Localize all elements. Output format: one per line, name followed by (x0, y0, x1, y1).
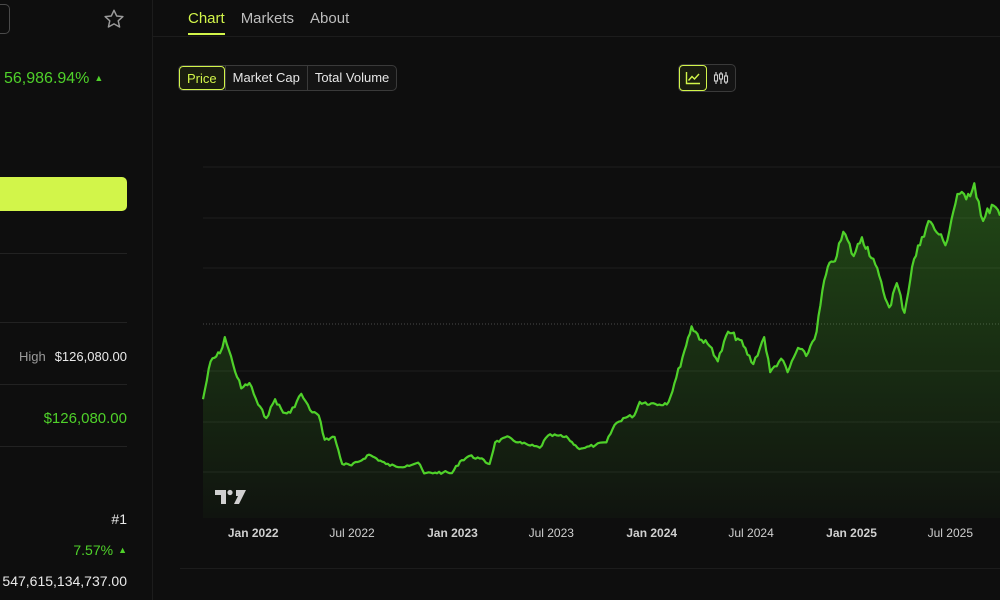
x-tick-label: Jul 2024 (728, 526, 774, 540)
price-chart[interactable]: Jan 2022 Jul 2022 Jan 2023 Jul 2023 Jan 2024… (0, 0, 1000, 600)
x-tick-label: Jul 2022 (329, 526, 375, 540)
x-tick-label: Jan 2024 (626, 526, 677, 540)
x-tick-label: Jan 2025 (826, 526, 877, 540)
x-tick-label: Jul 2025 (928, 526, 974, 540)
x-tick-label: Jan 2023 (427, 526, 478, 540)
chart-bottom-divider (180, 568, 1000, 569)
price-area-fill (203, 183, 1000, 518)
x-tick-label: Jul 2023 (529, 526, 575, 540)
tradingview-logo-icon (215, 489, 246, 504)
x-tick-label: Jan 2022 (228, 526, 279, 540)
